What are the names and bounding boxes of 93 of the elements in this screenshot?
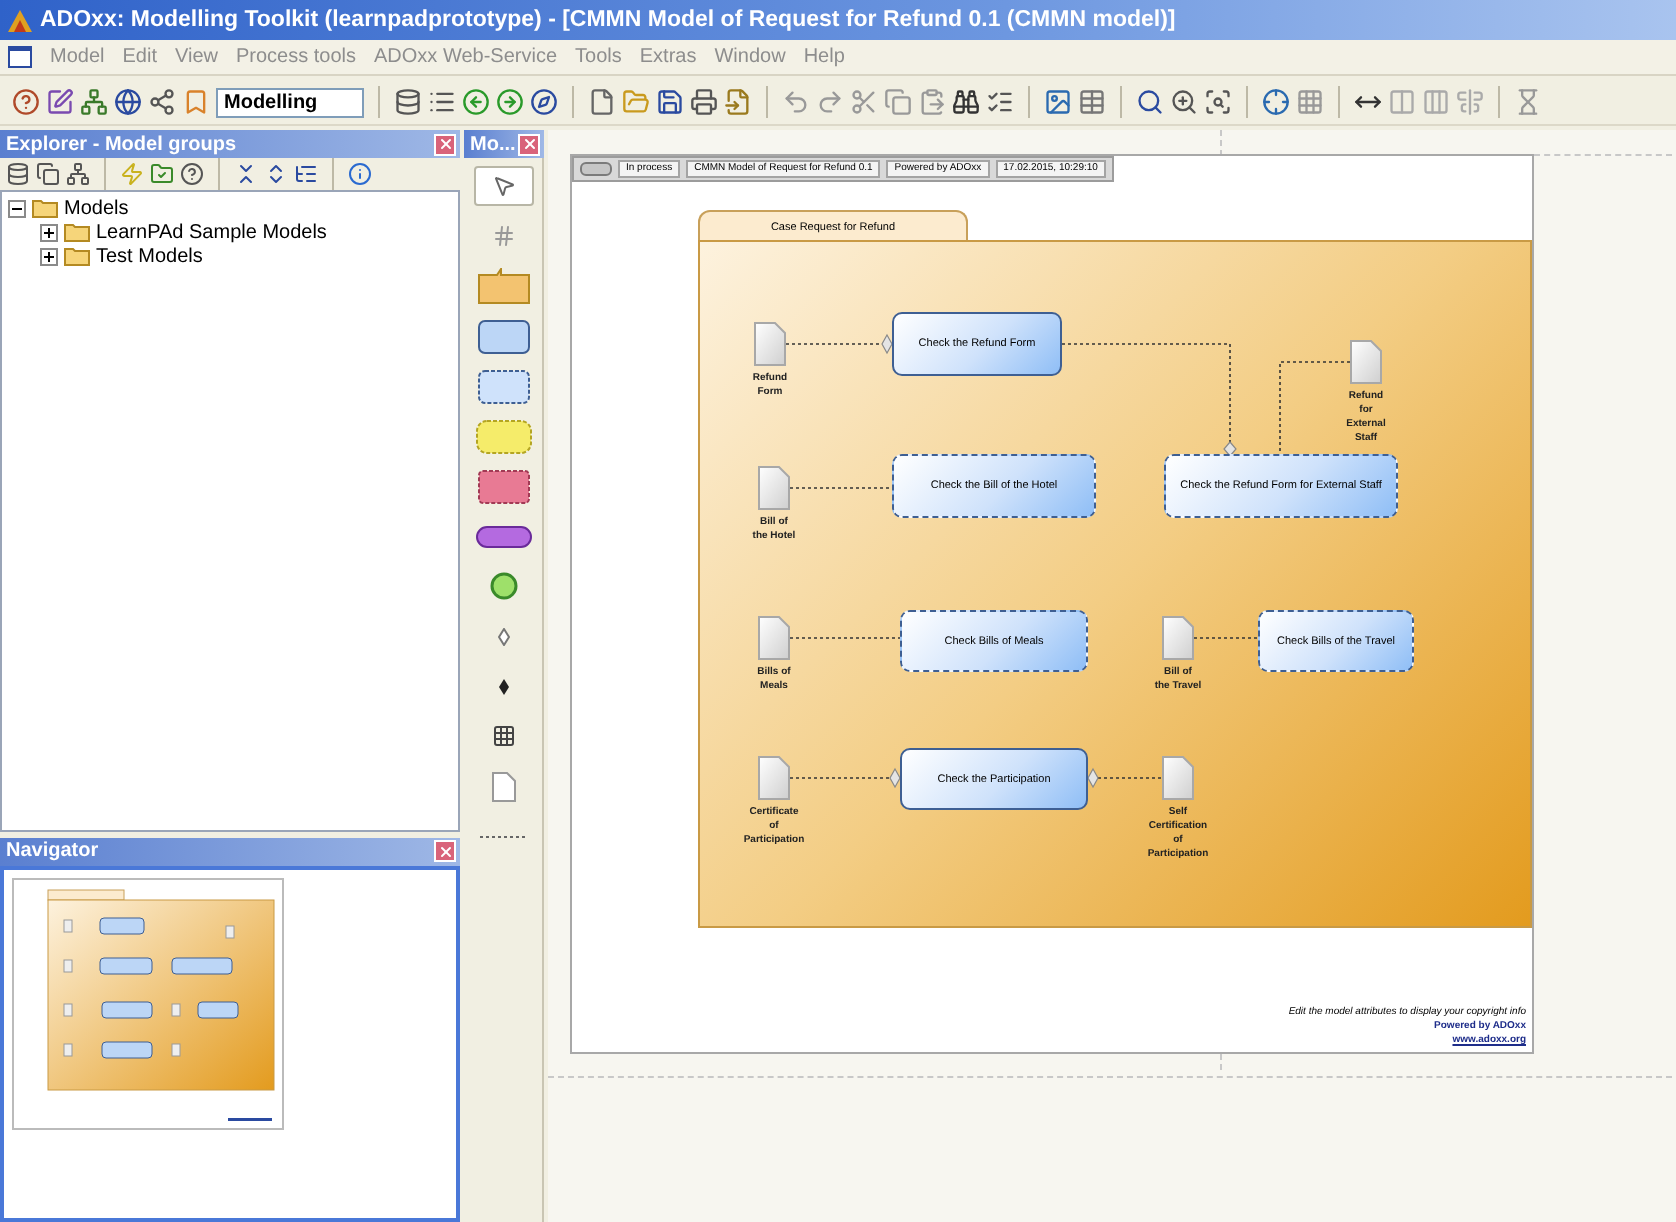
picture-icon[interactable] — [1044, 88, 1072, 116]
help-icon[interactable] — [12, 88, 40, 116]
dotted-connector — [1193, 637, 1259, 639]
new-file-icon[interactable] — [588, 88, 616, 116]
close-button[interactable] — [434, 840, 456, 863]
tree-item[interactable]: LearnPAd Sample Models — [96, 221, 327, 243]
binoculars-icon[interactable] — [952, 88, 980, 116]
diamond-icon — [497, 627, 509, 645]
document-icon — [758, 756, 790, 800]
table-icon — [491, 724, 515, 748]
menu-item[interactable]: Process tools — [235, 46, 357, 68]
list-icon[interactable] — [428, 88, 456, 116]
folder-icon — [32, 198, 58, 218]
menu-item[interactable]: ADOxx Web-Service — [374, 46, 558, 68]
print-icon[interactable] — [690, 88, 718, 116]
menu-item[interactable]: Extras — [639, 46, 697, 68]
network-icon[interactable] — [66, 162, 90, 186]
fit-zoom-icon[interactable] — [1204, 88, 1232, 116]
panel-title: Explorer - Model groups — [6, 133, 237, 155]
document-icon — [1162, 756, 1194, 800]
redo-icon[interactable] — [816, 88, 844, 116]
folder-icon — [64, 246, 90, 266]
dashed-rectangle-icon — [477, 369, 529, 403]
menu-item[interactable]: Model — [50, 46, 105, 68]
collapse-icon[interactable] — [234, 162, 258, 186]
list-tree-icon[interactable] — [294, 162, 318, 186]
edit-icon[interactable] — [46, 88, 74, 116]
document-icon — [758, 466, 790, 510]
close-icon — [521, 136, 537, 152]
zoom-icon[interactable] — [1170, 88, 1198, 116]
import-icon[interactable] — [724, 88, 752, 116]
rounded-rectangle-icon — [477, 319, 529, 353]
hourglass-icon[interactable] — [1514, 88, 1542, 116]
dotted-connector — [789, 637, 901, 639]
diamond-icon — [497, 677, 509, 695]
compass-icon[interactable] — [530, 88, 558, 116]
tree-item[interactable]: Models — [64, 197, 129, 219]
menu-item[interactable]: Tools — [575, 46, 622, 68]
expand-toggle[interactable] — [40, 247, 58, 265]
menu-item[interactable]: View — [174, 46, 218, 68]
dotted-connector — [785, 343, 883, 345]
expand-sign-icon — [42, 225, 56, 239]
document-icon — [491, 771, 515, 801]
undo-icon[interactable] — [782, 88, 810, 116]
table-icon[interactable] — [1078, 88, 1106, 116]
close-button[interactable] — [518, 133, 540, 155]
close-button[interactable] — [434, 133, 456, 155]
window-icon — [8, 46, 32, 68]
dotted-connector — [789, 487, 893, 489]
crosshair-icon[interactable] — [1262, 88, 1290, 116]
expand-toggle[interactable] — [8, 199, 26, 217]
search-icon[interactable] — [1136, 88, 1164, 116]
network-icon[interactable] — [80, 88, 108, 116]
cut-icon[interactable] — [850, 88, 878, 116]
menu-item[interactable]: Help — [803, 46, 845, 68]
window-title: ADOxx: Modelling Toolkit (learnpadprototype) - [CMMN Model of Request for Refund 0.1 (CMMN model)] — [40, 8, 1176, 32]
dotted-line-icon — [479, 833, 527, 839]
app-logo-icon — [8, 8, 32, 32]
close-icon — [437, 136, 453, 152]
expand-icon[interactable] — [264, 162, 288, 186]
folder-icon — [64, 222, 90, 242]
database-icon[interactable] — [394, 88, 422, 116]
folder-check-icon[interactable] — [150, 162, 174, 186]
globe-icon[interactable] — [114, 88, 142, 116]
dashed-rectangle-icon — [477, 469, 529, 503]
folder-icon — [477, 268, 529, 304]
pill-icon — [475, 525, 531, 547]
menu-item[interactable]: Window — [714, 46, 786, 68]
database-icon[interactable] — [6, 162, 30, 186]
mode-field[interactable]: Modelling — [216, 87, 364, 117]
grid-icon[interactable] — [1296, 88, 1324, 116]
copy-icon[interactable] — [36, 162, 60, 186]
dotted-connector — [1097, 777, 1163, 779]
panel-title: Mo... — [470, 133, 516, 155]
hash-icon — [491, 224, 515, 248]
pill-icon — [580, 162, 612, 176]
document-icon — [754, 322, 786, 366]
document-icon — [1162, 616, 1194, 660]
dotted-connector — [789, 777, 891, 779]
close-icon — [437, 843, 453, 860]
info-icon[interactable] — [348, 162, 372, 186]
diamond-marker — [1223, 441, 1237, 457]
panel-title: Navigator — [6, 840, 99, 863]
expand-toggle[interactable] — [40, 223, 58, 241]
checklist-icon[interactable] — [986, 88, 1014, 116]
document-icon — [1350, 340, 1382, 384]
save-icon[interactable] — [656, 88, 684, 116]
pointer-icon — [491, 174, 515, 198]
expand-sign-icon — [42, 249, 56, 263]
tree-item[interactable]: Test Models — [96, 245, 203, 267]
menu-item[interactable]: Edit — [122, 46, 157, 68]
document-icon — [758, 616, 790, 660]
dotted-connector — [1279, 361, 1351, 455]
